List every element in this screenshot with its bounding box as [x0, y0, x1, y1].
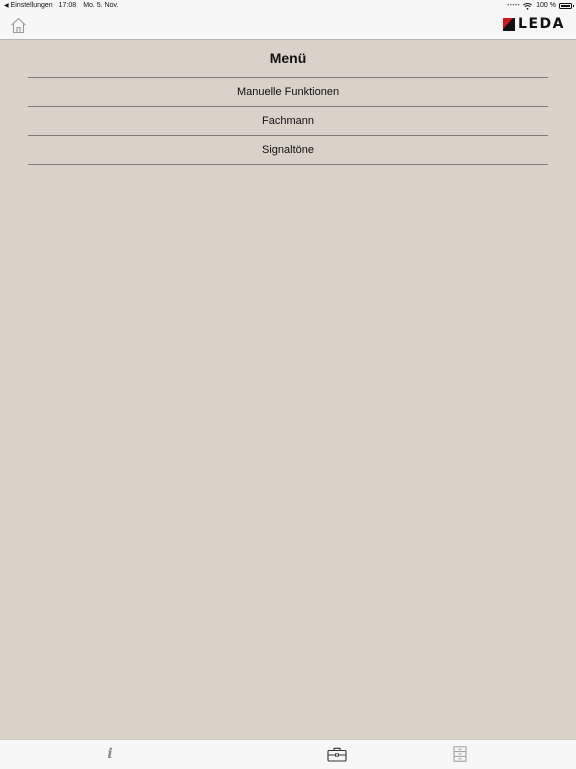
back-arrow-icon[interactable]: ◀ — [4, 0, 9, 12]
status-bar-left: ◀ Einstellungen 17:08 Mo. 5. Nov. — [4, 0, 118, 12]
status-bar-right: ••••• 100 % — [507, 0, 574, 12]
logo-text: LEDA — [518, 16, 565, 32]
briefcase-icon — [327, 747, 347, 762]
wifi-icon — [523, 2, 533, 10]
leda-logo-mark-icon — [503, 17, 516, 31]
status-time: 17:08 — [58, 2, 77, 9]
home-icon[interactable] — [10, 17, 27, 34]
status-date: Mo. 5. Nov. — [83, 2, 119, 9]
menu-list: Manuelle Funktionen Fachmann Signaltöne — [28, 78, 548, 165]
battery-fill — [561, 5, 570, 7]
menu-panel: Menü Manuelle Funktionen Fachmann Signal… — [28, 40, 548, 165]
back-to-app-label[interactable]: Einstellungen — [11, 0, 53, 12]
page-title: Menü — [28, 40, 548, 78]
tab-bar: i — [0, 739, 576, 769]
leda-logo: LEDA — [503, 16, 565, 32]
archive-drawer-icon — [453, 746, 467, 762]
status-bar: ◀ Einstellungen 17:08 Mo. 5. Nov. ••••• … — [0, 0, 576, 12]
tab-archive[interactable] — [452, 746, 468, 762]
signal-icon: ••••• — [507, 3, 521, 9]
navigation-bar: LEDA — [0, 12, 576, 40]
menu-item-signaltoene[interactable]: Signaltöne — [28, 136, 548, 165]
battery-percent: 100 % — [536, 2, 556, 9]
tab-info[interactable]: i — [102, 746, 118, 762]
tab-service[interactable] — [327, 746, 347, 762]
info-icon: i — [107, 746, 113, 762]
menu-item-manuelle-funktionen[interactable]: Manuelle Funktionen — [28, 78, 548, 107]
menu-item-fachmann[interactable]: Fachmann — [28, 107, 548, 136]
battery-icon — [559, 3, 574, 9]
battery-nub — [572, 5, 574, 7]
